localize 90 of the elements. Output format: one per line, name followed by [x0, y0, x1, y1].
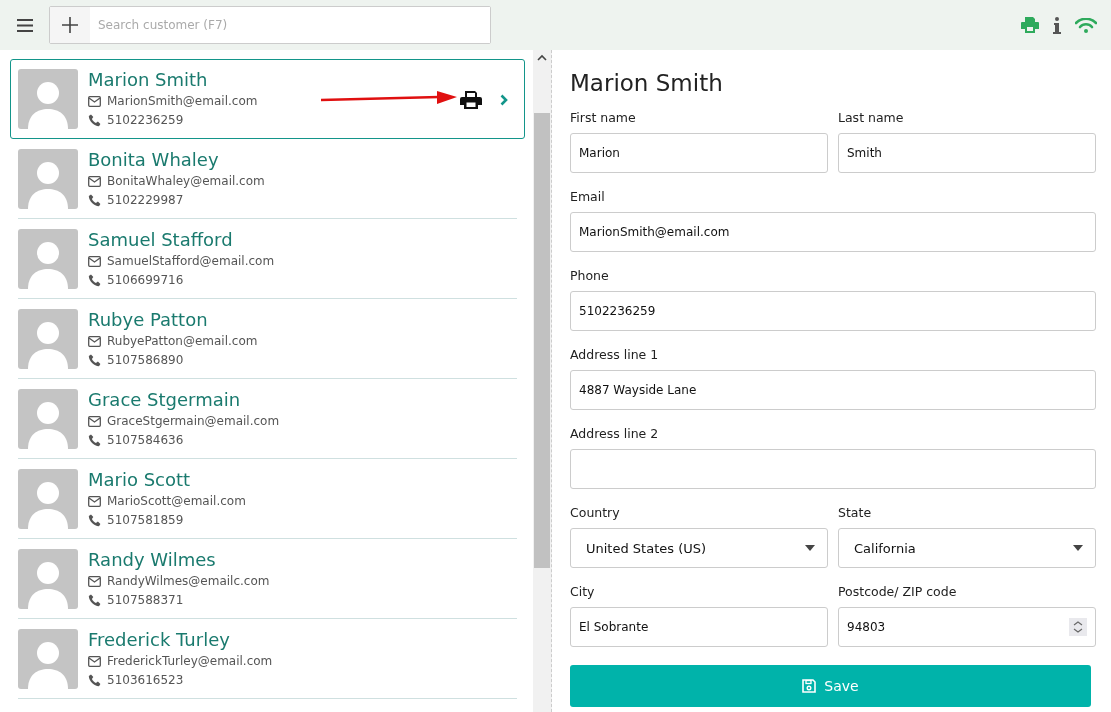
scrollbar[interactable] [533, 50, 552, 712]
customer-email: FrederickTurley@email.com [107, 652, 273, 670]
envelope-icon [88, 495, 101, 507]
phone-icon [88, 353, 101, 367]
customer-card[interactable]: Frederick Turley FrederickTurley@email.com 5103616523 [18, 619, 517, 699]
input-field[interactable]: 5102236259 [570, 291, 1096, 331]
customer-email: RubyePatton@email.com [107, 332, 258, 350]
info-icon[interactable] [1053, 16, 1061, 34]
customer-phone: 5102236259 [107, 112, 184, 129]
customer-name: Bonita Whaley [88, 147, 220, 172]
customer-phone: 5102229987 [107, 191, 184, 209]
envelope-icon [88, 255, 101, 267]
customer-card[interactable]: Randy Wilmes RandyWilmes@emailc.com 5107588371 [18, 539, 517, 619]
add-button[interactable] [50, 7, 90, 43]
wifi-icon[interactable] [1075, 17, 1097, 33]
customer-card[interactable]: Grace Stgermain GraceStgermain@email.com 5107584636 [18, 379, 517, 459]
field-label: First name [570, 109, 637, 127]
phone-icon [88, 433, 101, 447]
chevron-up-icon[interactable] [537, 54, 547, 61]
customer-name: Rubye Patton [88, 307, 209, 332]
printer-icon[interactable] [460, 90, 482, 110]
customer-name: Marion Smith [88, 68, 209, 92]
customer-email: SamuelStafford@email.com [107, 252, 275, 270]
phone-icon [88, 673, 101, 687]
customer-title: Marion Smith [570, 69, 724, 98]
phone-icon [88, 273, 101, 287]
envelope-icon [88, 335, 101, 347]
envelope-icon [88, 415, 101, 427]
phone-icon [88, 114, 101, 127]
search-field[interactable]: Search customer (F7) [49, 6, 491, 44]
avatar-icon [18, 628, 78, 689]
field-label: Email [570, 188, 606, 206]
avatar-icon [18, 69, 78, 129]
input-field[interactable]: MarionSmith@email.com [570, 212, 1096, 252]
customer-card[interactable]: Mario Scott MarioScott@email.com 5107581859 [18, 459, 517, 539]
field-label: City [570, 583, 596, 601]
avatar-icon [18, 388, 78, 449]
customer-phone: 5107588371 [107, 591, 184, 609]
field-label: Address line 1 [570, 346, 660, 364]
envelope-icon [88, 175, 101, 187]
avatar-icon [18, 228, 78, 289]
customer-phone: 5107581859 [107, 511, 184, 529]
dropdown[interactable]: California [838, 528, 1096, 568]
customer-name: Mario Scott [88, 467, 192, 492]
field-label: State [838, 504, 873, 522]
input-field[interactable] [570, 449, 1096, 489]
customer-name: Randy Wilmes [88, 547, 217, 572]
customer-email: GraceStgermain@email.com [107, 412, 280, 430]
customer-card[interactable]: Rubye Patton RubyePatton@email.com 5107586890 [18, 299, 517, 379]
spinner-icon[interactable] [1069, 618, 1087, 636]
field-label: Phone [570, 267, 610, 285]
customer-name: Samuel Stafford [88, 227, 234, 252]
customer-card[interactable]: Marion Smith MarionSmith@email.com 5102236259 [10, 59, 525, 139]
avatar-icon [18, 308, 78, 369]
customer-card[interactable]: Samuel Stafford SamuelStafford@email.com 5106699716 [18, 219, 517, 299]
phone-icon [88, 193, 101, 207]
avatar-icon [18, 548, 78, 609]
field-label: Country [570, 504, 621, 522]
field-label: Address line 2 [570, 425, 660, 443]
input-field[interactable]: El Sobrante [570, 607, 828, 647]
input-field[interactable]: 94803 [838, 607, 1096, 647]
caret-down-icon [805, 545, 815, 551]
customer-phone: 5106699716 [107, 271, 184, 289]
phone-icon [88, 593, 101, 607]
avatar-icon [18, 468, 78, 529]
customer-card[interactable]: Bonita Whaley BonitaWhaley@email.com 5102229987 [18, 139, 517, 219]
menu-button[interactable] [17, 18, 33, 32]
field-label: Last name [838, 109, 905, 127]
field-label: Postcode/ ZIP code [838, 583, 958, 601]
envelope-icon [88, 96, 101, 107]
phone-icon [88, 513, 101, 527]
customer-email: MarioScott@email.com [107, 492, 246, 510]
customer-email: BonitaWhaley@email.com [107, 172, 265, 190]
customer-email: RandyWilmes@emailc.com [107, 572, 270, 590]
customer-name: Frederick Turley [88, 627, 231, 652]
chevron-right-icon[interactable] [500, 94, 508, 106]
input-field[interactable]: 4887 Wayside Lane [570, 370, 1096, 410]
input-field[interactable]: Marion [570, 133, 828, 173]
plus-icon [61, 16, 79, 34]
customer-phone: 5107586890 [107, 351, 184, 369]
avatar-icon [18, 148, 78, 209]
customer-email: MarionSmith@email.com [107, 93, 258, 110]
caret-down-icon [1073, 545, 1083, 551]
customer-phone: 5103616523 [107, 671, 184, 689]
envelope-icon [88, 575, 101, 587]
customer-name: Grace Stgermain [88, 387, 242, 412]
dropdown[interactable]: United States (US) [570, 528, 828, 568]
envelope-icon [88, 655, 101, 667]
input-field[interactable]: Smith [838, 133, 1096, 173]
customer-phone: 5107584636 [107, 431, 184, 449]
